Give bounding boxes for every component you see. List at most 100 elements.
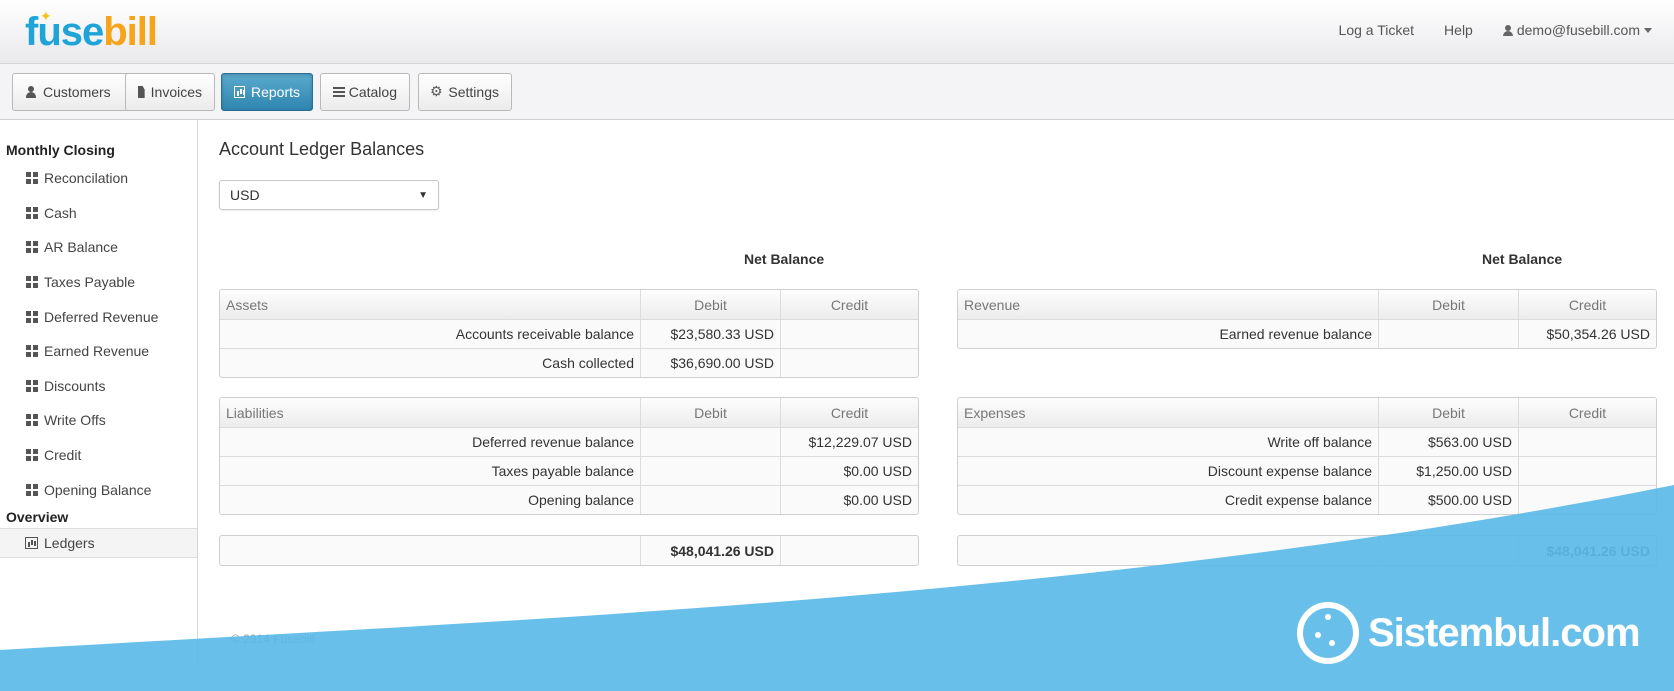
catalog-label: Catalog bbox=[348, 84, 397, 100]
table-row: Opening balance $0.00 USD bbox=[220, 485, 918, 514]
row-debit: $23,580.33 USD bbox=[640, 320, 780, 348]
credit-header: Credit bbox=[1518, 290, 1656, 319]
revenue-table: Revenue Debit Credit Earned revenue bala… bbox=[957, 289, 1657, 349]
sidebar-item-ledgers[interactable]: Ledgers bbox=[0, 528, 197, 558]
user-icon bbox=[25, 86, 37, 98]
liabilities-table: Liabilities Debit Credit Deferred revenu… bbox=[219, 397, 919, 515]
sidebar-item-taxes-payable[interactable]: Taxes Payable bbox=[0, 267, 197, 297]
customers-button[interactable]: Customers bbox=[12, 73, 139, 111]
file-icon bbox=[138, 86, 145, 98]
catalog-button[interactable]: Catalog bbox=[320, 73, 410, 111]
sidebar-item-deferred-revenue[interactable]: Deferred Revenue bbox=[0, 302, 197, 332]
debit-header: Debit bbox=[640, 398, 780, 427]
row-debit: $1,250.00 USD bbox=[1378, 457, 1518, 485]
row-debit bbox=[640, 457, 780, 485]
net-balance-label-left: Net Balance bbox=[744, 251, 825, 267]
invoices-label: Invoices bbox=[150, 84, 202, 100]
credit-header: Credit bbox=[1518, 398, 1656, 427]
help-link[interactable]: Help bbox=[1444, 22, 1473, 38]
top-bar: fusebill ✦ Log a Ticket Help demo@fusebi… bbox=[0, 0, 1674, 64]
left-total-value: $48,041.26 USD bbox=[640, 536, 780, 565]
sidebar-item-label: Earned Revenue bbox=[44, 343, 150, 359]
net-balance-label-right: Net Balance bbox=[1482, 251, 1563, 267]
sidebar-item-reconcilation[interactable]: Reconcilation bbox=[0, 163, 197, 193]
row-label: Cash collected bbox=[542, 355, 634, 371]
row-label: Taxes payable balance bbox=[491, 463, 634, 479]
customers-label: Customers bbox=[43, 84, 111, 100]
table-row: Accounts receivable balance $23,580.33 U… bbox=[220, 319, 918, 348]
table-row: Taxes payable balance $0.00 USD bbox=[220, 456, 918, 485]
row-debit bbox=[640, 486, 780, 514]
row-credit: $12,229.07 USD bbox=[780, 428, 918, 456]
logo-star-icon: ✦ bbox=[40, 8, 52, 24]
row-credit: $0.00 USD bbox=[780, 457, 918, 485]
settings-button[interactable]: Settings bbox=[418, 73, 512, 111]
right-total-table: $48,041.26 USD bbox=[957, 535, 1657, 566]
row-credit bbox=[780, 349, 918, 377]
revenue-header: Revenue bbox=[964, 296, 1021, 313]
table-row: Write off balance $563.00 USD bbox=[958, 427, 1656, 456]
settings-label: Settings bbox=[448, 84, 499, 100]
logo-text-fuse: fuse bbox=[25, 10, 104, 54]
sidebar-item-label: Credit bbox=[44, 447, 82, 463]
sidebar-item-label: Taxes Payable bbox=[44, 274, 136, 290]
grid-icon bbox=[26, 414, 38, 426]
expenses-table: Expenses Debit Credit Write off balance … bbox=[957, 397, 1657, 515]
row-debit bbox=[640, 428, 780, 456]
list-icon bbox=[333, 86, 345, 98]
row-debit: $563.00 USD bbox=[1378, 428, 1518, 456]
grid-icon bbox=[26, 380, 38, 392]
currency-value: USD bbox=[230, 187, 260, 203]
table-row: Discount expense balance $1,250.00 USD bbox=[958, 456, 1656, 485]
liabilities-header: Liabilities bbox=[226, 404, 284, 421]
grid-icon bbox=[26, 207, 38, 219]
sidebar-item-label: Discounts bbox=[44, 378, 106, 394]
sidebar: Monthly Closing Reconcilation Cash AR Ba… bbox=[0, 120, 198, 665]
left-total-table: $48,041.26 USD bbox=[219, 535, 919, 566]
sidebar-item-cash[interactable]: Cash bbox=[0, 198, 197, 228]
user-menu[interactable]: demo@fusebill.com bbox=[1502, 22, 1652, 38]
total-debit-cell bbox=[1378, 536, 1518, 565]
credit-header: Credit bbox=[780, 398, 918, 427]
sidebar-item-opening-balance[interactable]: Opening Balance bbox=[0, 475, 197, 505]
sidebar-item-ar-balance[interactable]: AR Balance bbox=[0, 232, 197, 262]
row-label: Accounts receivable balance bbox=[455, 326, 634, 342]
total-row: $48,041.26 USD bbox=[220, 536, 918, 565]
grid-icon bbox=[26, 241, 38, 253]
chart-icon bbox=[234, 86, 245, 98]
sidebar-section-monthly-closing: Monthly Closing bbox=[6, 142, 115, 158]
sidebar-item-earned-revenue[interactable]: Earned Revenue bbox=[0, 336, 197, 366]
currency-select[interactable]: USD ▼ bbox=[219, 180, 439, 210]
table-header: Liabilities Debit Credit bbox=[220, 398, 918, 427]
log-ticket-link[interactable]: Log a Ticket bbox=[1339, 22, 1415, 38]
sidebar-item-label: Reconcilation bbox=[44, 170, 129, 186]
row-credit bbox=[1518, 486, 1656, 514]
invoices-button[interactable]: Invoices bbox=[125, 73, 215, 111]
watermark-brand: Sistembul.com bbox=[1296, 601, 1641, 665]
user-icon bbox=[1502, 25, 1513, 36]
row-credit bbox=[1518, 428, 1656, 456]
grid-icon bbox=[26, 345, 38, 357]
sidebar-item-label: Opening Balance bbox=[44, 482, 152, 498]
sidebar-section-overview: Overview bbox=[6, 509, 69, 525]
row-debit: $500.00 USD bbox=[1378, 486, 1518, 514]
total-row: $48,041.26 USD bbox=[958, 536, 1656, 565]
reports-button[interactable]: Reports bbox=[221, 73, 313, 111]
table-row: Earned revenue balance $50,354.26 USD bbox=[958, 319, 1656, 348]
logo-text-bill: bill bbox=[103, 10, 158, 54]
expenses-header: Expenses bbox=[964, 404, 1026, 421]
sidebar-item-label: Deferred Revenue bbox=[44, 309, 159, 325]
sidebar-item-label: AR Balance bbox=[44, 239, 118, 255]
sidebar-item-credit[interactable]: Credit bbox=[0, 440, 197, 470]
sistembul-logo-icon bbox=[1297, 602, 1359, 664]
sidebar-item-discounts[interactable]: Discounts bbox=[0, 371, 197, 401]
assets-header: Assets bbox=[226, 296, 269, 313]
reports-label: Reports bbox=[250, 84, 300, 100]
copyright-footer: © 2014 Fusebill bbox=[231, 632, 315, 646]
row-credit: $50,354.26 USD bbox=[1518, 320, 1656, 348]
bar-chart-icon bbox=[25, 537, 38, 549]
grid-icon bbox=[26, 276, 38, 288]
sidebar-item-write-offs[interactable]: Write Offs bbox=[0, 405, 197, 435]
gear-icon bbox=[430, 83, 443, 100]
table-header: Revenue Debit Credit bbox=[958, 290, 1656, 319]
